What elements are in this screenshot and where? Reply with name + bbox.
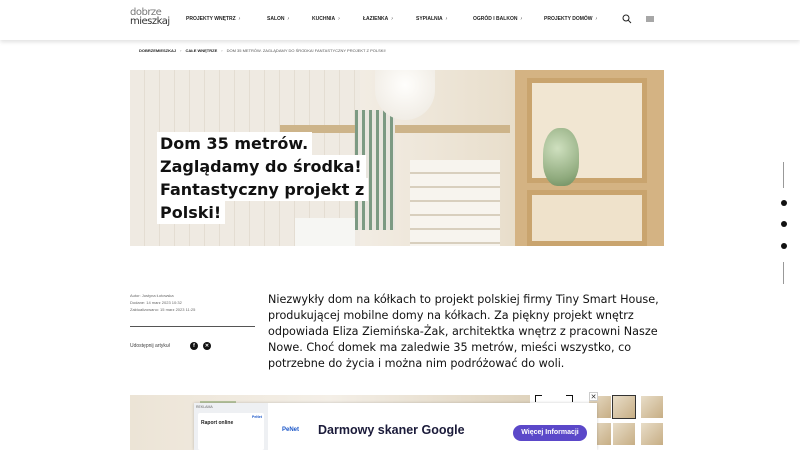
breadcrumb: DOBRZEMIESZKAJ › CAŁE WNĘTRZE › DOM 35 METRÓ…: [139, 48, 386, 53]
nav-item-salon[interactable]: SALON ›: [267, 16, 289, 22]
hero-vase: [543, 128, 579, 186]
ad-preview-title: Raport online: [201, 420, 234, 426]
hero-stairs: [410, 160, 500, 246]
chevron-right-icon: ›: [287, 16, 290, 22]
title-line: Fantastyczny projekt z: [157, 178, 369, 201]
site-header: dobrze mieszkaj PROJEKTY WNĘTRZ › SALON › …: [0, 0, 800, 40]
ad-tag: REKLAMA: [196, 405, 213, 409]
divider: [783, 162, 784, 188]
facebook-icon[interactable]: f: [190, 342, 198, 350]
facebook-icon[interactable]: [781, 200, 787, 206]
page-title: Dom 35 metrów. Zaglądamy do środka! Fant…: [157, 132, 369, 224]
date-added: Dodane: 14 marz 2023 10:32: [130, 300, 182, 305]
nav-item-lazienka[interactable]: ŁAZIENKA ›: [363, 16, 393, 22]
hero-shelf: [515, 70, 664, 246]
chevron-right-icon: ›: [595, 16, 598, 22]
nav-item-projekty-wnetrz[interactable]: PROJEKTY WNĘTRZ ›: [186, 16, 240, 22]
chevron-right-icon: ›: [238, 16, 241, 22]
author: Autor: Justyna Łotowska: [130, 293, 174, 298]
nav-item-ogrod-i-balkon[interactable]: OGRÓD I BALKON ›: [473, 16, 522, 22]
fullscreen-icon[interactable]: [535, 395, 542, 402]
breadcrumb-home[interactable]: DOBRZEMIESZKAJ: [139, 48, 176, 53]
breadcrumb-separator: ›: [180, 48, 182, 53]
ad-logo: PeNet: [282, 427, 300, 433]
close-icon[interactable]: ✕: [589, 392, 598, 401]
pinterest-icon[interactable]: [781, 243, 787, 249]
ad-banner[interactable]: REKLAMA Raport online PeNet PeNet Darmow…: [194, 403, 597, 450]
chevron-right-icon: ›: [338, 16, 340, 22]
gallery-thumbnail[interactable]: [641, 423, 663, 445]
nav-item-kuchnia[interactable]: KUCHNIA ›: [312, 16, 340, 22]
title-line: Polski!: [157, 201, 226, 224]
site-logo[interactable]: dobrze mieszkaj: [130, 8, 170, 27]
hamburger-icon[interactable]: [645, 14, 655, 24]
fullscreen-icon[interactable]: [566, 395, 573, 402]
chevron-right-icon: ›: [391, 16, 393, 22]
divider: [783, 262, 784, 284]
ad-preview: REKLAMA Raport online PeNet: [194, 403, 268, 450]
chevron-right-icon: ›: [520, 16, 523, 22]
date-updated: Zaktualizowano: 15 marz 2023 11:25: [130, 307, 196, 312]
nav-item-sypialnia[interactable]: SYPIALNIA ›: [416, 16, 447, 22]
divider: [130, 326, 255, 327]
article-meta: Autor: Justyna Łotowska Dodane: 14 marz …: [130, 292, 195, 313]
ad-headline: Darmowy skaner Google: [318, 423, 465, 437]
chevron-right-icon: ›: [445, 16, 448, 22]
breadcrumb-separator: ›: [221, 48, 223, 53]
title-line: Dom 35 metrów.: [157, 132, 313, 155]
pinterest-icon[interactable]: [781, 221, 787, 227]
search-icon[interactable]: [622, 14, 632, 24]
title-line: Zaglądamy do środka!: [157, 155, 366, 178]
nav-item-projekty-domow[interactable]: PROJEKTY DOMÓW ›: [544, 16, 597, 22]
share-label: Udostępnij artykuł: [130, 343, 170, 349]
x-icon[interactable]: ✕: [203, 342, 211, 350]
ad-cta-button[interactable]: Więcej Informacji: [513, 425, 587, 441]
gallery-thumbnail[interactable]: [613, 423, 635, 445]
gallery-thumbnail[interactable]: [612, 395, 636, 419]
article-lead: Niezwykły dom na kółkach to projekt pols…: [268, 293, 659, 370]
ad-preview-brand: PeNet: [252, 415, 262, 419]
breadcrumb-current: DOM 35 METRÓW. ZAGLĄDAMY DO ŚRODKA! FANT…: [226, 48, 386, 53]
logo-line2: mieszkaj: [130, 16, 170, 27]
breadcrumb-category[interactable]: CAŁE WNĘTRZE: [185, 48, 217, 53]
gallery-thumbnail[interactable]: [641, 396, 663, 418]
